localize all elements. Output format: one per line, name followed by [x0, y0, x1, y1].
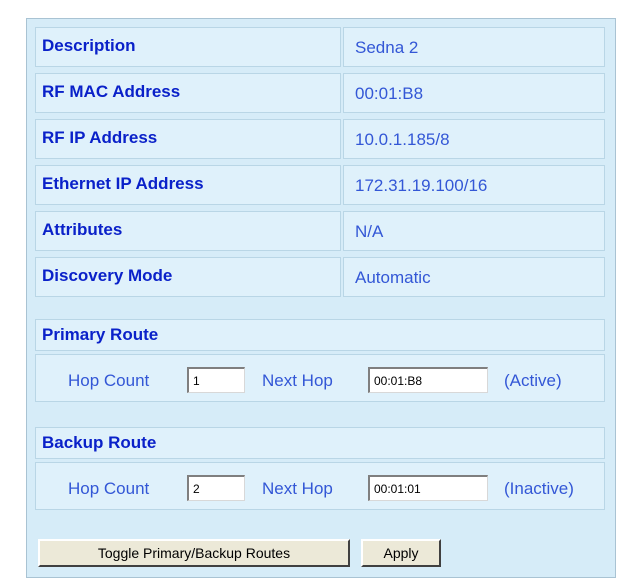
backup-hop-count-input[interactable]: [187, 475, 245, 501]
rf-ip-value: 10.0.1.185/8: [355, 130, 450, 149]
description-label: Description: [42, 36, 136, 55]
rf-ip-label: RF IP Address: [42, 128, 158, 147]
discovery-mode-value: Automatic: [355, 268, 431, 287]
attributes-value: N/A: [355, 222, 384, 241]
primary-hop-count-label: Hop Count: [68, 371, 150, 390]
primary-next-hop-input[interactable]: [368, 367, 488, 393]
primary-status-text: (Active): [504, 371, 562, 390]
apply-button[interactable]: Apply: [361, 539, 441, 567]
ethernet-ip-label: Ethernet IP Address: [42, 174, 204, 193]
ethernet-ip-value: 172.31.19.100/16: [355, 176, 488, 195]
backup-hop-count-label: Hop Count: [68, 479, 150, 498]
backup-next-hop-input[interactable]: [368, 475, 488, 501]
device-info-panel: Description Sedna 2 RF MAC Address 00:01…: [26, 18, 616, 578]
backup-route-title: Backup Route: [42, 433, 157, 452]
rf-mac-label: RF MAC Address: [42, 82, 181, 101]
backup-next-hop-label: Next Hop: [262, 479, 333, 498]
discovery-mode-label: Discovery Mode: [42, 266, 173, 285]
primary-route-title: Primary Route: [42, 325, 159, 344]
description-value: Sedna 2: [355, 38, 419, 57]
rf-mac-value: 00:01:B8: [355, 84, 424, 103]
attributes-label: Attributes: [42, 220, 123, 239]
primary-hop-count-input[interactable]: [187, 367, 245, 393]
backup-status-text: (Inactive): [504, 479, 574, 498]
primary-next-hop-label: Next Hop: [262, 371, 333, 390]
toggle-routes-button[interactable]: Toggle Primary/Backup Routes: [38, 539, 350, 567]
